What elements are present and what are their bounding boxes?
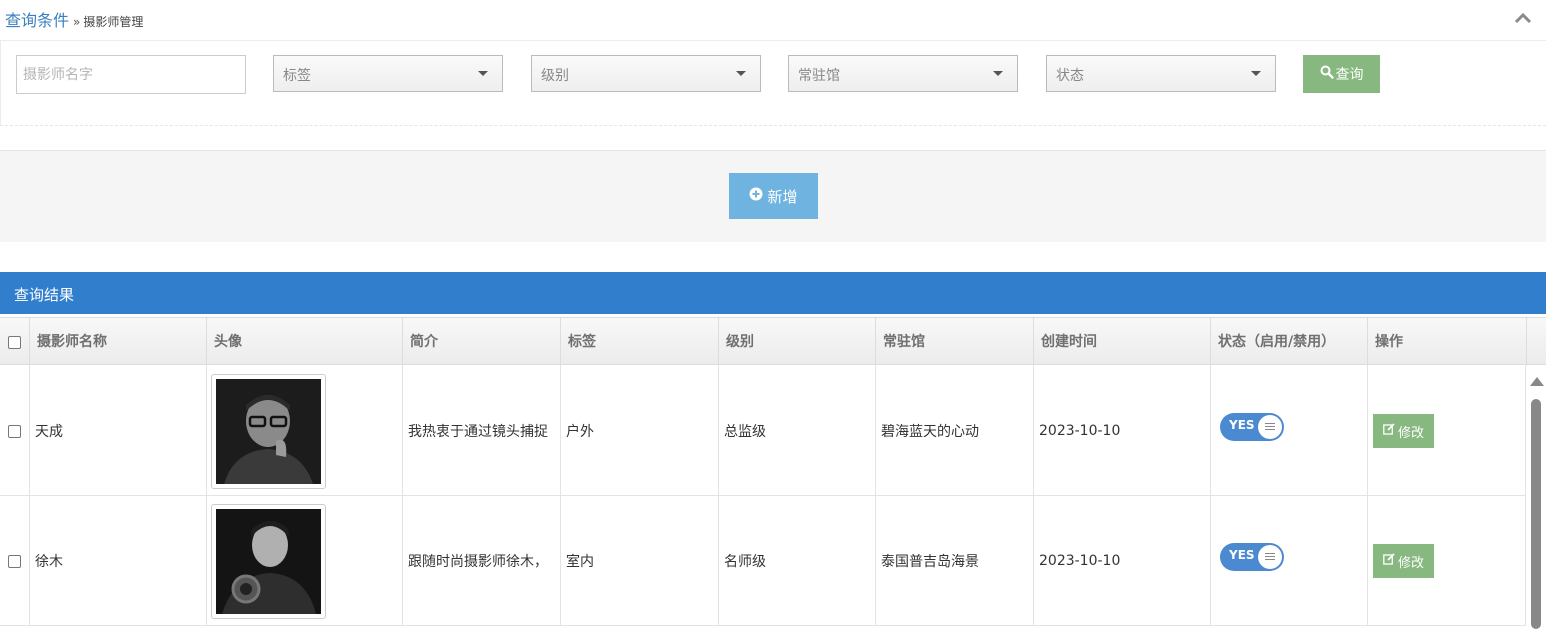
- header-name[interactable]: 摄影师名称: [30, 318, 207, 366]
- scroll-up-icon[interactable]: [1530, 377, 1544, 386]
- caret-down-icon: [1251, 71, 1261, 76]
- breadcrumb: 查询条件 » 摄影师管理: [5, 7, 144, 30]
- row-select-cell: [0, 496, 30, 626]
- cell-level: 总监级: [719, 366, 876, 496]
- cell-status: YES: [1211, 496, 1368, 626]
- header-select-all[interactable]: [0, 318, 30, 366]
- search-icon: [1320, 65, 1334, 83]
- edit-button-label: 修改: [1397, 555, 1424, 571]
- cell-tag: 户外: [561, 366, 719, 496]
- status-select-value: 状态: [1056, 68, 1084, 84]
- photographer-name-input[interactable]: [16, 55, 246, 94]
- cell-intro: 跟随时尚摄影师徐木，: [403, 496, 561, 626]
- select-all-checkbox[interactable]: [8, 336, 21, 349]
- header-status: 状态（启用/禁用）: [1211, 318, 1368, 366]
- venue-select[interactable]: 常驻馆: [788, 55, 1018, 92]
- query-button[interactable]: 查询: [1303, 55, 1380, 93]
- status-toggle[interactable]: YES: [1220, 543, 1284, 571]
- cell-intro: 我热衷于通过镜头捕捉: [403, 366, 561, 496]
- header-level: 级别: [719, 318, 876, 366]
- toggle-knob-icon: [1258, 415, 1282, 439]
- filter-panel: 标签 级别 常驻馆 状态 查询: [0, 41, 1546, 126]
- edit-button[interactable]: 修改: [1373, 414, 1434, 448]
- chevron-up-icon[interactable]: [1514, 10, 1532, 24]
- cell-venue: 碧海蓝天的心动: [876, 366, 1034, 496]
- toggle-label: YES: [1229, 418, 1255, 432]
- caret-down-icon: [993, 71, 1003, 76]
- cell-name: 徐木: [30, 496, 207, 626]
- page-title: 查询条件: [5, 11, 70, 30]
- avatar[interactable]: [211, 373, 326, 489]
- cell-name: 天成: [30, 366, 207, 496]
- cell-avatar: [207, 366, 403, 496]
- table-header: 摄影师名称 头像 简介 标签 级别 常驻馆 创建时间 状态（启用/禁用） 操作: [0, 317, 1546, 366]
- query-button-label: 查询: [1335, 67, 1364, 83]
- cell-ops: 修改: [1368, 496, 1526, 626]
- cell-created: 2023-10-10: [1034, 366, 1211, 496]
- header-tag: 标签: [561, 318, 719, 366]
- tag-select[interactable]: 标签: [273, 55, 503, 92]
- add-button[interactable]: 新增: [729, 173, 818, 219]
- edit-button-label: 修改: [1397, 425, 1424, 441]
- breadcrumb-separator: »: [73, 15, 81, 29]
- table-row: 徐木 跟随时尚摄影师徐木， 室内 名师级 泰国普吉岛海景 2023-10-10 …: [0, 496, 1526, 626]
- header-intro: 简介: [403, 318, 561, 366]
- header-ops: 操作: [1368, 318, 1527, 366]
- edit-button[interactable]: 修改: [1373, 544, 1434, 578]
- tag-select-value: 标签: [283, 68, 311, 84]
- cell-ops: 修改: [1368, 366, 1526, 496]
- row-select-cell: [0, 366, 30, 496]
- status-toggle[interactable]: YES: [1220, 413, 1284, 441]
- row-checkbox[interactable]: [8, 554, 21, 568]
- cell-tag: 室内: [561, 496, 719, 626]
- caret-down-icon: [478, 71, 488, 76]
- avatar[interactable]: [211, 503, 326, 619]
- row-checkbox[interactable]: [8, 424, 21, 438]
- venue-select-value: 常驻馆: [798, 68, 840, 84]
- cell-created: 2023-10-10: [1034, 496, 1211, 626]
- table-scrollbar[interactable]: [1528, 366, 1546, 629]
- add-button-label: 新增: [767, 187, 798, 206]
- header-venue: 常驻馆: [876, 318, 1034, 366]
- cell-avatar: [207, 496, 403, 626]
- cell-status: YES: [1211, 366, 1368, 496]
- toolbar: 新增: [0, 150, 1546, 242]
- level-select[interactable]: 级别: [531, 55, 761, 92]
- toggle-knob-icon: [1258, 545, 1282, 569]
- header-avatar: 头像: [207, 318, 403, 366]
- header-created: 创建时间: [1034, 318, 1211, 366]
- edit-icon: [1383, 553, 1395, 569]
- caret-down-icon: [736, 71, 746, 76]
- status-select[interactable]: 状态: [1046, 55, 1276, 92]
- level-select-value: 级别: [541, 68, 569, 84]
- scrollbar-thumb[interactable]: [1531, 399, 1541, 629]
- toggle-label: YES: [1229, 548, 1255, 562]
- cell-level: 名师级: [719, 496, 876, 626]
- plus-circle-icon: [749, 187, 763, 205]
- cell-venue: 泰国普吉岛海景: [876, 496, 1034, 626]
- breadcrumb-page: 摄影师管理: [83, 15, 144, 29]
- table-row: 天成 我热衷于通过镜头捕捉 户外 总监级 碧海蓝天的心动 2023-10-10 …: [0, 366, 1526, 496]
- results-title: 查询结果: [0, 272, 1546, 314]
- edit-icon: [1383, 423, 1395, 439]
